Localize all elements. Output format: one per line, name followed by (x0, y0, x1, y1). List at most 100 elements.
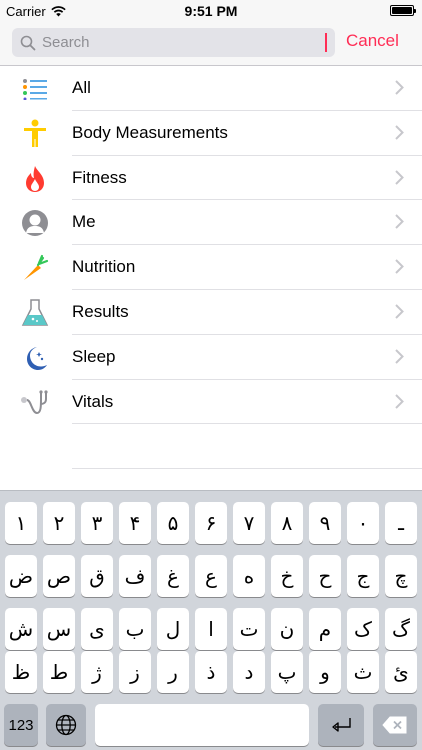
key[interactable]: م (309, 608, 341, 650)
key[interactable]: ۳ (81, 502, 113, 544)
chevron-right-icon (395, 214, 404, 230)
return-icon (332, 718, 351, 732)
persian-keyboard: ۱ ۲ ۳ ۴ ۵ ۶ ۷ ۸ ۹ ۰ ـ ض ص ق ف غ ع ه خ ح … (0, 490, 422, 750)
key[interactable]: و (309, 651, 341, 693)
key[interactable]: ۴ (119, 502, 151, 544)
text-cursor (325, 33, 327, 52)
key[interactable]: ت (233, 608, 265, 650)
key[interactable]: ی (81, 608, 113, 650)
backspace-icon (382, 716, 407, 734)
keyboard-row-numbers: ۱ ۲ ۳ ۴ ۵ ۶ ۷ ۸ ۹ ۰ ـ (0, 502, 422, 544)
globe-icon (55, 714, 77, 736)
key[interactable]: ذ (195, 651, 227, 693)
item-label: Me (72, 212, 96, 232)
key[interactable]: ب (119, 608, 151, 650)
person-icon (20, 208, 50, 238)
key[interactable]: ئ (385, 651, 417, 693)
item-label: Body Measurements (72, 122, 228, 142)
key[interactable]: ۶ (195, 502, 227, 544)
key[interactable]: ک (347, 608, 379, 650)
key[interactable]: ن (271, 608, 303, 650)
list-item-nutrition[interactable]: Nutrition (0, 245, 422, 290)
key[interactable]: ۷ (233, 502, 265, 544)
item-label: Sleep (72, 346, 116, 366)
item-label: Vitals (72, 391, 114, 411)
backspace-key[interactable] (373, 704, 417, 746)
cancel-button[interactable]: Cancel (346, 31, 399, 51)
chevron-right-icon (395, 169, 404, 185)
key[interactable]: ۹ (309, 502, 341, 544)
key[interactable]: ۱ (5, 502, 37, 544)
category-list: All Body Measurements Fitness Me Nutriti… (0, 66, 422, 425)
list-item-sleep[interactable]: Sleep (0, 335, 422, 380)
search-input[interactable] (42, 34, 302, 51)
key[interactable]: ح (309, 555, 341, 597)
row-separator (72, 468, 422, 469)
item-label: Nutrition (72, 257, 136, 277)
return-key[interactable] (318, 704, 364, 746)
key[interactable]: ۸ (271, 502, 303, 544)
list-item-results[interactable]: Results (0, 290, 422, 335)
list-item-fitness[interactable]: Fitness (0, 156, 422, 201)
numbers-key[interactable]: 123 (4, 704, 38, 746)
keyboard-row-bottom: 123 (0, 704, 422, 746)
key[interactable]: ث (347, 651, 379, 693)
battery-level (392, 7, 412, 14)
key[interactable]: ط (43, 651, 75, 693)
keyboard-row-3: ش س ی ب ل ا ت ن م ک گ (0, 608, 422, 650)
key[interactable]: ه (233, 555, 265, 597)
key[interactable]: ص (43, 555, 75, 597)
key[interactable]: چ (385, 555, 417, 597)
status-bar: Carrier 9:51 PM (0, 0, 422, 22)
list-item-me[interactable]: Me (0, 200, 422, 245)
stethoscope-icon (20, 388, 50, 418)
key[interactable]: ض (5, 555, 37, 597)
all-list-icon (20, 74, 50, 104)
body-figure-icon (20, 119, 50, 149)
space-key[interactable] (95, 704, 309, 746)
key[interactable]: ل (157, 608, 189, 650)
item-label: Results (72, 301, 129, 321)
key[interactable]: ژ (81, 651, 113, 693)
key[interactable]: س (43, 608, 75, 650)
key[interactable]: غ (157, 555, 189, 597)
globe-key[interactable] (46, 704, 86, 746)
chevron-right-icon (395, 304, 404, 319)
carrot-icon (20, 253, 50, 283)
flask-icon (20, 298, 50, 328)
item-label: All (72, 78, 91, 97)
keyboard-row-4: ظ ط ژ ز ر ذ د پ و ث ئ (0, 651, 422, 693)
search-bar: Cancel (0, 22, 422, 66)
key[interactable]: ف (119, 555, 151, 597)
keyboard-row-2: ض ص ق ف غ ع ه خ ح ج چ (0, 555, 422, 597)
key[interactable]: ا (195, 608, 227, 650)
item-label: Fitness (72, 167, 127, 187)
list-item-all[interactable]: All (0, 66, 422, 111)
list-item-vitals[interactable]: Vitals (0, 380, 422, 425)
key[interactable]: ۰ (347, 502, 379, 544)
battery-icon (390, 5, 416, 16)
chevron-right-icon (395, 393, 404, 409)
chevron-right-icon (395, 349, 404, 364)
key[interactable]: ر (157, 651, 189, 693)
key[interactable]: ظ (5, 651, 37, 693)
key[interactable]: ـ (385, 502, 417, 544)
search-icon (20, 35, 36, 50)
key[interactable]: ج (347, 555, 379, 597)
moon-icon (20, 343, 50, 373)
list-item-body-measurements[interactable]: Body Measurements (0, 111, 422, 156)
key[interactable]: د (233, 651, 265, 693)
key[interactable]: ق (81, 555, 113, 597)
key[interactable]: ز (119, 651, 151, 693)
key[interactable]: ش (5, 608, 37, 650)
key[interactable]: پ (271, 651, 303, 693)
key[interactable]: ع (195, 555, 227, 597)
chevron-right-icon (395, 80, 404, 95)
key[interactable]: ۵ (157, 502, 189, 544)
key[interactable]: گ (385, 608, 417, 650)
key[interactable]: ۲ (43, 502, 75, 544)
clock: 9:51 PM (184, 3, 238, 19)
flame-icon (20, 164, 50, 194)
key[interactable]: خ (271, 555, 303, 597)
search-field[interactable] (12, 28, 335, 57)
